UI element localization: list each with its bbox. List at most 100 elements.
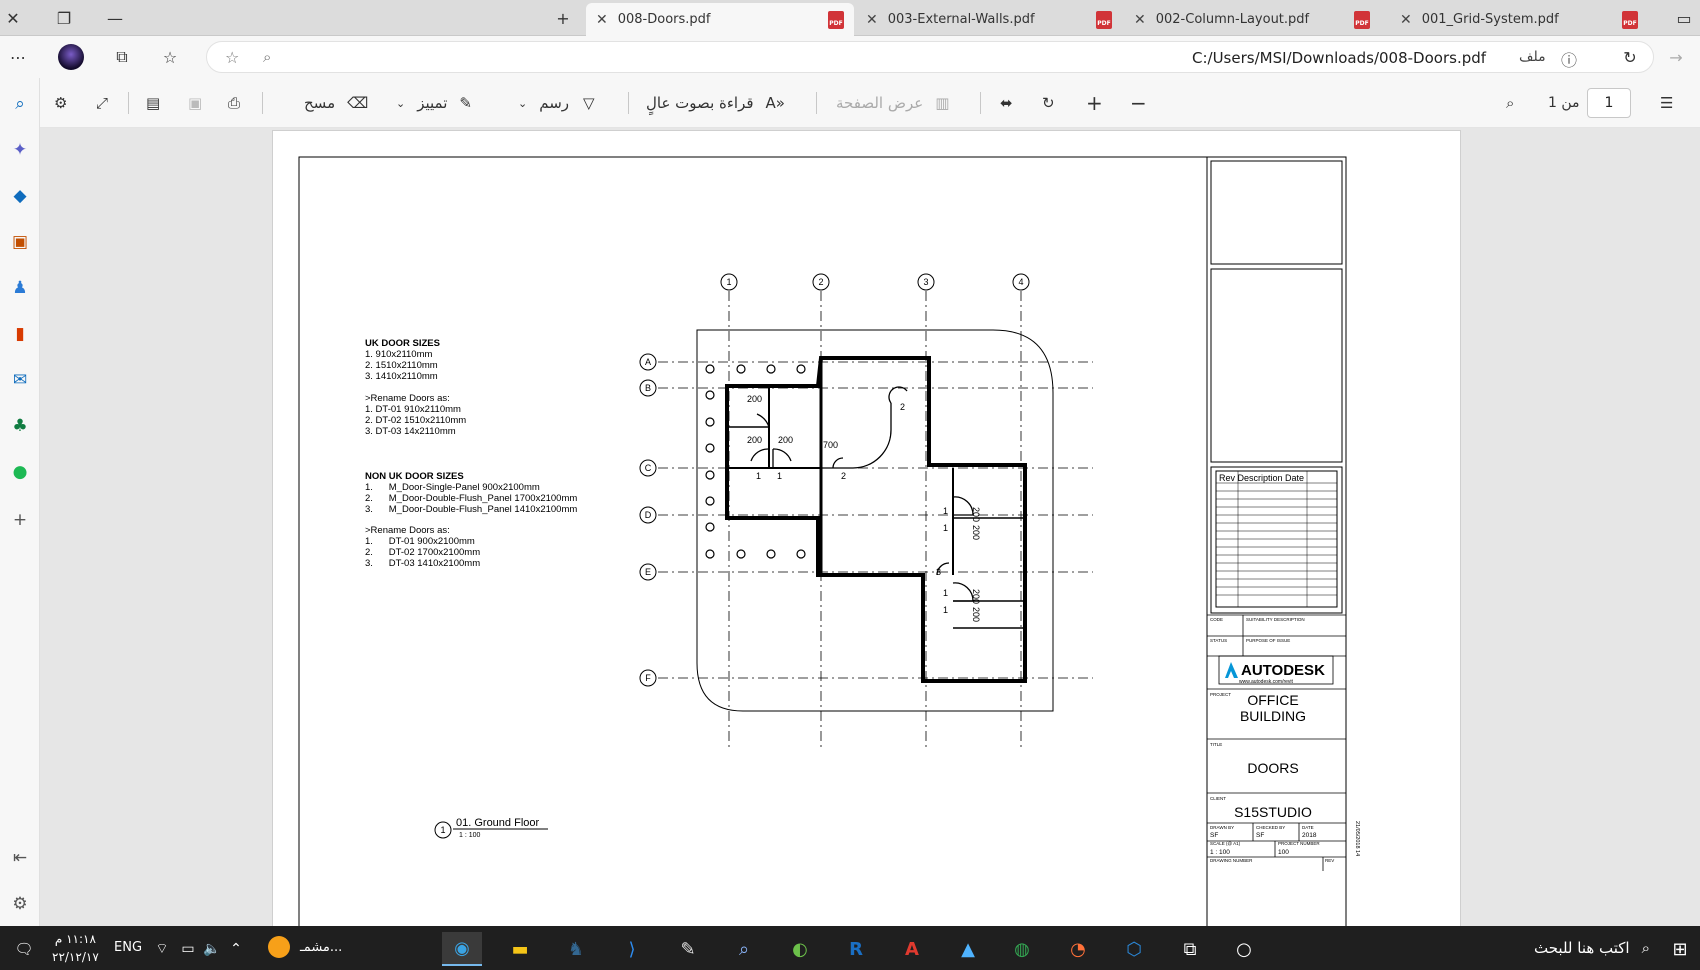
contents-icon[interactable]: ☰	[1660, 90, 1673, 116]
read-aloud-button[interactable]: قراءة بصوت عالٍ A»	[646, 90, 785, 116]
tree-icon[interactable]: ♣	[4, 410, 36, 442]
taskbar-notepad-icon[interactable]: ✎	[668, 932, 708, 966]
grid-bubble-a: A	[639, 353, 657, 371]
taskbar-chrome-icon[interactable]: ◍	[1002, 932, 1042, 966]
dim-label: 200	[747, 435, 762, 445]
grid-bubble-b: B	[639, 379, 657, 397]
tab-002-column-layout[interactable]: ✕ 002-Column-Layout.pdf PDF	[1124, 3, 1380, 36]
weather-label[interactable]: مشمـ...	[300, 940, 342, 955]
restore-window-icon[interactable]: ❐	[52, 6, 76, 30]
close-tab-icon[interactable]: ✕	[596, 12, 608, 28]
url-field[interactable]: ☆ ⌕ C:/Users/MSI/Downloads/008-Doors.pdf…	[206, 41, 1654, 73]
uk-rename-1: 1. DT-01 910x2110mm	[365, 404, 461, 415]
taskbar-search-box[interactable]: اكتب هنا للبحث ⌕	[1380, 926, 1650, 970]
windows-taskbar: 🗨 ١١:١٨ م ٢٢/١٢/١٧ ENG ⌔ ▭ 🔈 ⌃ مشمـ... ◉…	[0, 926, 1700, 970]
taskbar-search-app-icon[interactable]: ⌕	[724, 932, 764, 966]
tab-actions-icon[interactable]: ▭	[1672, 6, 1696, 30]
svg-text:CHECKED BY: CHECKED BY	[1256, 825, 1285, 830]
copilot-icon[interactable]: ✦	[4, 134, 36, 166]
outlook-icon[interactable]: ✉	[4, 364, 36, 396]
draw-button[interactable]: ⌄ رسم ▽	[518, 90, 595, 116]
pdf-file-icon: PDF	[1354, 10, 1370, 29]
profile-avatar[interactable]	[58, 44, 84, 70]
taskbar-vscode-icon[interactable]: ⟩	[612, 932, 652, 966]
fullscreen-icon[interactable]: ⤢	[96, 90, 108, 116]
page-number-input[interactable]: 1	[1587, 88, 1631, 118]
save-as-icon[interactable]: ▤	[146, 90, 160, 116]
new-tab-icon[interactable]: +	[551, 6, 575, 30]
language-indicator[interactable]: ENG	[114, 940, 142, 955]
tab-001-grid-system[interactable]: ✕ 001_Grid-System.pdf PDF	[1390, 3, 1648, 36]
settings-icon[interactable]: ⚙	[54, 90, 67, 116]
shopping-icon[interactable]: ◆	[4, 180, 36, 212]
print-icon[interactable]: ⎙	[228, 90, 240, 116]
svg-text:F: F	[645, 673, 651, 683]
taskbar-edge-icon[interactable]: ◉	[442, 932, 482, 966]
find-icon[interactable]: ⌕	[1506, 90, 1514, 116]
collections-icon[interactable]: ⧉	[110, 45, 134, 69]
zoom-icon[interactable]: ⌕	[263, 48, 271, 66]
refresh-icon[interactable]: ↻	[1618, 45, 1642, 69]
close-tab-icon[interactable]: ✕	[1400, 12, 1412, 28]
zoom-out-icon[interactable]: −	[1130, 90, 1147, 116]
taskbar-app-icon[interactable]: ◐	[780, 932, 820, 966]
hide-sidebar-icon[interactable]: ⇤	[4, 842, 36, 874]
read-aloud-icon: A»	[765, 94, 785, 112]
taskbar-firefox-icon[interactable]: ◔	[1058, 932, 1098, 966]
svg-text:PROJECT: PROJECT	[1210, 692, 1231, 697]
task-view-icon[interactable]: ⧉	[1170, 932, 1210, 966]
edge-sidebar: ⌕ ✦ ◆ ▣ ♟ ▮ ✉ ♣ ● + ⇤ ⚙	[0, 78, 40, 926]
page-view-button[interactable]: عرض الصفحة ▥	[836, 90, 949, 116]
rotate-icon[interactable]: ↻	[1042, 90, 1055, 116]
dim-label: 200	[971, 507, 981, 522]
cortana-icon[interactable]: ○	[1224, 932, 1264, 966]
site-info-icon[interactable]: ⓘ	[1561, 47, 1577, 71]
taskbar-explorer-icon[interactable]: ▬	[500, 932, 540, 966]
svg-text:C: C	[645, 463, 652, 473]
games-icon[interactable]: ♟	[4, 272, 36, 304]
taskbar-photos-icon[interactable]: ▲	[948, 932, 988, 966]
tools-icon[interactable]: ▣	[4, 226, 36, 258]
more-options-icon[interactable]: ⋯	[6, 45, 30, 69]
office-icon[interactable]: ▮	[4, 318, 36, 350]
close-tab-icon[interactable]: ✕	[866, 12, 878, 28]
weather-icon[interactable]	[268, 936, 290, 958]
page-view-label: عرض الصفحة	[836, 94, 924, 112]
taskbar-security-icon[interactable]: ⬡	[1114, 932, 1154, 966]
add-favorite-icon[interactable]: ☆	[225, 48, 239, 67]
pdf-file-icon: PDF	[1096, 10, 1112, 29]
show-hidden-icons-icon[interactable]: ⌃	[216, 932, 256, 966]
clock[interactable]: ١١:١٨ م ٢٢/١٢/١٧	[52, 930, 99, 966]
erase-button[interactable]: مسح ⌫	[304, 90, 368, 116]
svg-text:4: 4	[1018, 277, 1023, 287]
taskbar-postgres-icon[interactable]: ♞	[556, 932, 596, 966]
svg-text:REV: REV	[1325, 858, 1334, 863]
taskbar-autocad-icon[interactable]: A	[892, 932, 932, 966]
minimize-window-icon[interactable]: —	[103, 6, 127, 30]
tab-008-doors[interactable]: ✕ 008-Doors.pdf PDF	[586, 3, 854, 36]
forward-icon[interactable]: →	[1664, 45, 1688, 69]
spotify-icon[interactable]: ●	[4, 456, 36, 488]
chevron-down-icon: ⌄	[396, 96, 406, 110]
zoom-in-icon[interactable]: +	[1086, 90, 1103, 116]
notifications-icon[interactable]: 🗨	[4, 932, 44, 966]
brand-name: AUTODESK	[1241, 662, 1325, 679]
sidebar-settings-icon[interactable]: ⚙	[4, 888, 36, 920]
door-tag: 1	[943, 523, 948, 533]
favorites-icon[interactable]: ☆	[158, 45, 182, 69]
highlight-button[interactable]: ⌄ تمييز ✎	[396, 90, 472, 116]
close-window-icon[interactable]: ✕	[1, 6, 25, 30]
pdf-page: UK DOOR SIZES 1. 910x2110mm 2. 1510x2110…	[272, 130, 1461, 926]
fit-width-icon[interactable]: ⬌	[1000, 90, 1013, 116]
start-icon[interactable]: ⊞	[1660, 932, 1700, 966]
search-icon: ⌕	[1641, 939, 1650, 957]
add-sidebar-icon[interactable]: +	[4, 504, 36, 536]
close-tab-icon[interactable]: ✕	[1134, 12, 1146, 28]
tab-003-external-walls[interactable]: ✕ 003-External-Walls.pdf PDF	[856, 3, 1122, 36]
taskbar-revit-icon[interactable]: R	[836, 932, 876, 966]
uk-size-1: 1. 910x2110mm	[365, 349, 433, 360]
door-tag: 1	[777, 471, 782, 481]
save-icon[interactable]: ▣	[188, 90, 202, 116]
svg-text:DATE: DATE	[1302, 825, 1314, 830]
search-icon[interactable]: ⌕	[4, 88, 36, 120]
